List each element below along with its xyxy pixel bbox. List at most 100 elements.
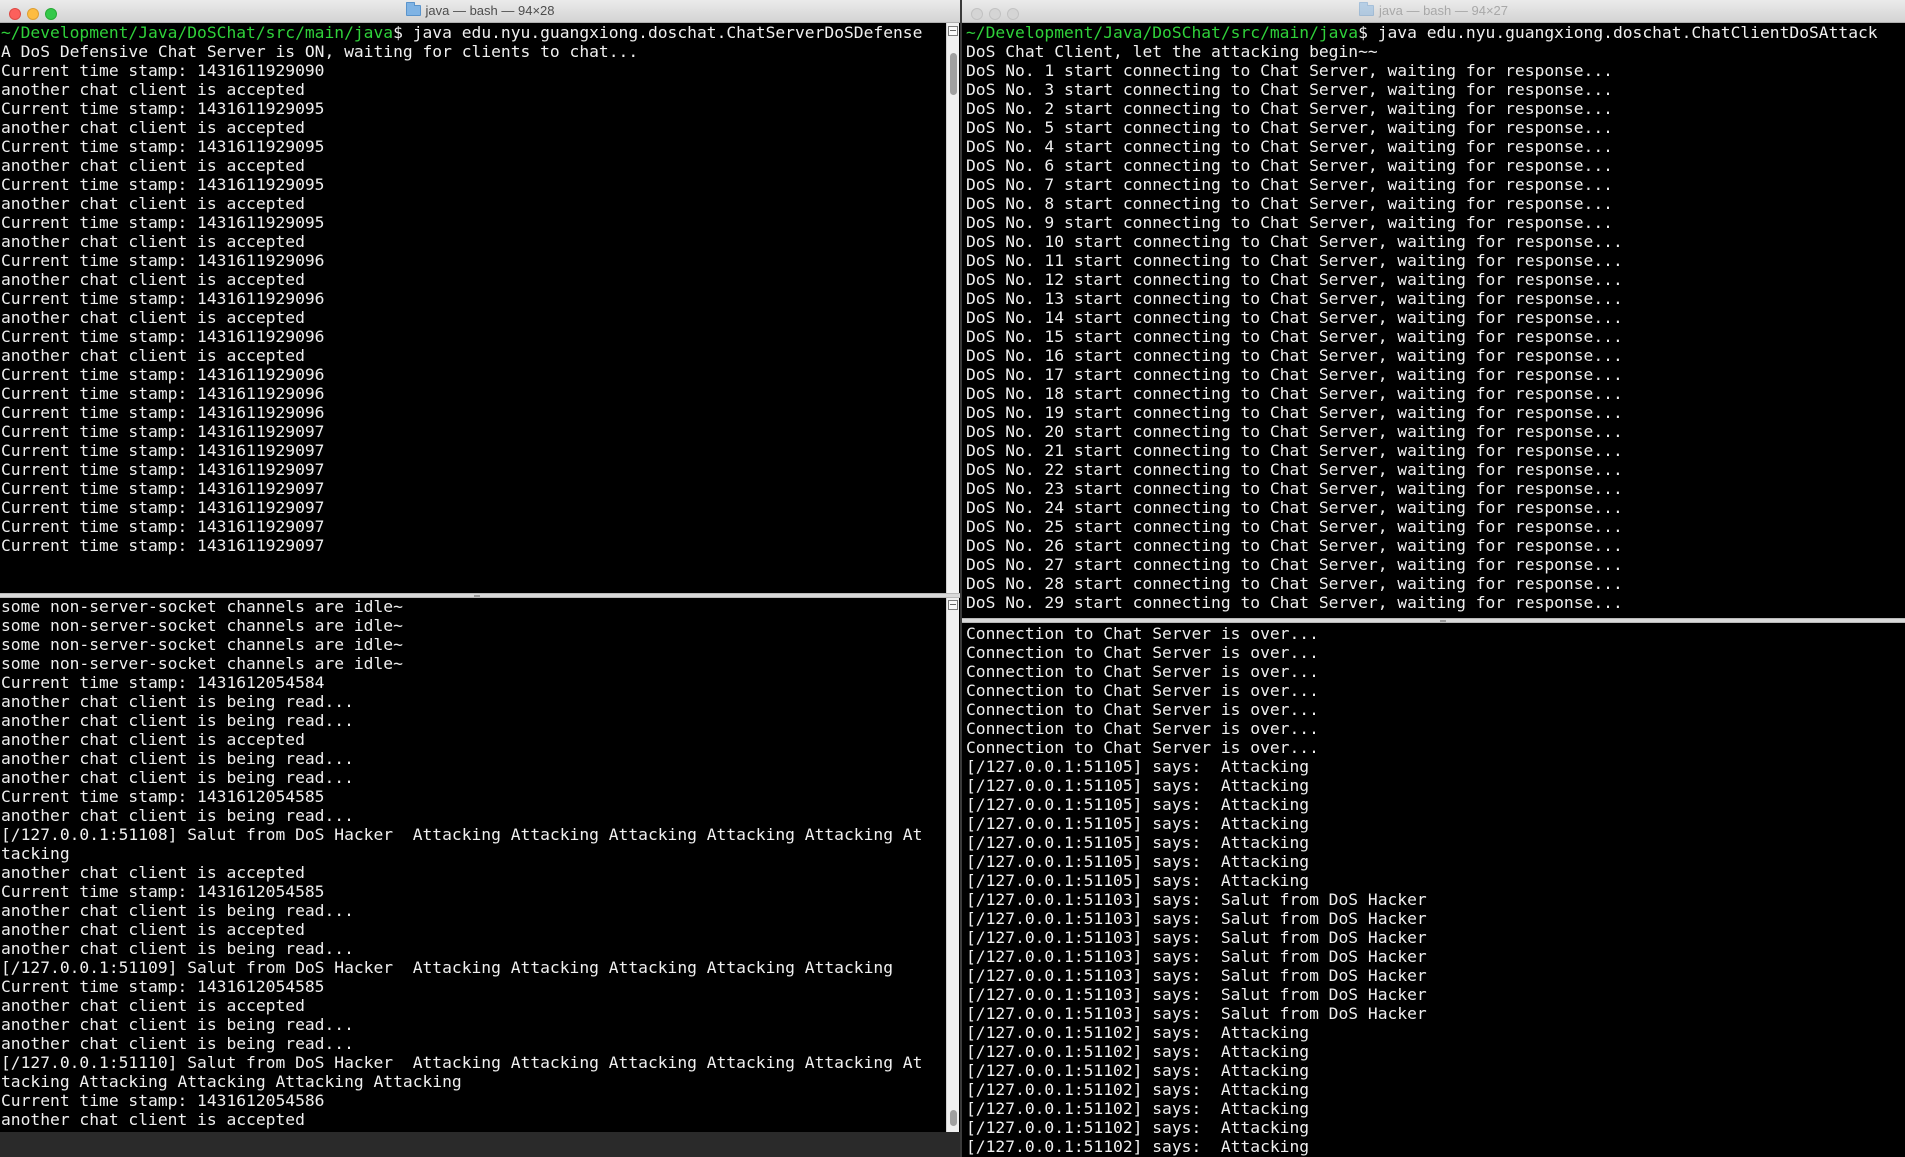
output-line: Connection to Chat Server is over... (966, 643, 1319, 662)
left-top-scrollbar[interactable] (946, 23, 959, 593)
output-lines: Connection to Chat Server is over... Conn… (966, 624, 1905, 1156)
output-line: DoS No. 25 start connecting to Chat Serv… (966, 517, 1623, 536)
output-line: DoS No. 11 start connecting to Chat Serv… (966, 251, 1623, 270)
left-bottom-pane[interactable]: some non-server-socket channels are idle… (0, 598, 946, 1132)
output-line: DoS No. 19 start connecting to Chat Serv… (966, 403, 1623, 422)
output-line: DoS No. 1 start connecting to Chat Serve… (966, 61, 1613, 80)
output-line: another chat client is accepted (1, 232, 305, 251)
prompt-command: $ java edu.nyu.guangxiong.doschat.ChatCl… (1358, 23, 1878, 42)
output-line: Current time stamp: 1431611929095 (1, 213, 325, 232)
output-line: [/127.0.0.1:51102] says: Attacking (966, 1023, 1310, 1042)
output-line: DoS No. 2 start connecting to Chat Serve… (966, 99, 1613, 118)
prompt-path: ~/Development/Java/DoSChat/src/main/java (966, 23, 1359, 42)
output-line: another chat client is being read... (1, 768, 354, 787)
output-lines: DoS Chat Client, let the attacking begin… (966, 42, 1905, 612)
output-line: [/127.0.0.1:51102] says: Attacking (966, 1042, 1310, 1061)
window-title: java — bash — 94×28 (0, 2, 960, 18)
output-line: [/127.0.0.1:51110] Salut from DoS Hacker… (1, 1053, 923, 1072)
output-line: [/127.0.0.1:51103] says: Salut from DoS … (966, 1004, 1427, 1023)
output-line: DoS No. 4 start connecting to Chat Serve… (966, 137, 1613, 156)
output-line: another chat client is accepted (1, 270, 305, 289)
output-line: [/127.0.0.1:51108] Salut from DoS Hacker… (1, 825, 923, 844)
output-line: some non-server-socket channels are idle… (1, 598, 403, 616)
output-line: Current time stamp: 1431612054585 (1, 787, 325, 806)
right-top-pane[interactable]: ~/Development/Java/DoSChat/src/main/java… (962, 23, 1905, 620)
window-gap (960, 0, 962, 1157)
splitter-grip (474, 595, 480, 597)
output-line: Current time stamp: 1431611929097 (1, 441, 325, 460)
folder-icon (1359, 2, 1374, 16)
left-window-titlebar[interactable]: java — bash — 94×28 (0, 0, 960, 23)
output-line: [/127.0.0.1:51102] says: Attacking (966, 1118, 1310, 1137)
output-line: DoS No. 12 start connecting to Chat Serv… (966, 270, 1623, 289)
output-line: [/127.0.0.1:51105] says: Attacking (966, 852, 1310, 871)
output-line: some non-server-socket channels are idle… (1, 654, 403, 673)
left-top-pane[interactable]: ~/Development/Java/DoSChat/src/main/java… (0, 23, 946, 593)
output-line: DoS No. 22 start connecting to Chat Serv… (966, 460, 1623, 479)
prompt-command: $ java edu.nyu.guangxiong.doschat.ChatSe… (393, 23, 923, 42)
output-line: some non-server-socket channels are idle… (1, 616, 403, 635)
left-window-bottom-edge (0, 1132, 960, 1157)
output-line: A DoS Defensive Chat Server is ON, waiti… (1, 42, 639, 61)
output-line: DoS No. 7 start connecting to Chat Serve… (966, 175, 1613, 194)
split-pane-icon[interactable] (948, 600, 958, 610)
output-line: [/127.0.0.1:51102] says: Attacking (966, 1061, 1310, 1080)
scroll-thumb[interactable] (950, 53, 957, 95)
output-line: Current time stamp: 1431611929090 (1, 61, 325, 80)
right-window-titlebar[interactable]: java — bash — 94×27 (962, 0, 1905, 23)
output-line: tacking Attacking Attacking Attacking At… (1, 1072, 462, 1091)
window-title: java — bash — 94×27 (962, 2, 1905, 18)
output-lines: some non-server-socket channels are idle… (1, 598, 946, 1129)
output-line: Connection to Chat Server is over... (966, 719, 1319, 738)
output-line: Current time stamp: 1431611929097 (1, 536, 325, 555)
output-line: DoS No. 6 start connecting to Chat Serve… (966, 156, 1613, 175)
output-line: DoS No. 27 start connecting to Chat Serv… (966, 555, 1623, 574)
left-terminal-window: java — bash — 94×28 ~/Development/Java/D… (0, 0, 960, 1157)
right-terminal-window: java — bash — 94×27 ~/Development/Java/D… (962, 0, 1905, 1157)
output-line: DoS No. 29 start connecting to Chat Serv… (966, 593, 1623, 612)
output-line: DoS No. 14 start connecting to Chat Serv… (966, 308, 1623, 327)
output-line: another chat client is being read... (1, 692, 354, 711)
output-line: DoS No. 18 start connecting to Chat Serv… (966, 384, 1623, 403)
output-line: another chat client is accepted (1, 863, 305, 882)
folder-icon (405, 2, 421, 16)
output-lines: A DoS Defensive Chat Server is ON, waiti… (1, 42, 946, 555)
output-line: Connection to Chat Server is over... (966, 662, 1319, 681)
output-line: Current time stamp: 1431611929096 (1, 251, 325, 270)
split-pane-icon[interactable] (948, 26, 958, 36)
output-line: Current time stamp: 1431611929097 (1, 498, 325, 517)
output-line: another chat client is being read... (1, 1034, 354, 1053)
prompt-line: ~/Development/Java/DoSChat/src/main/java… (1, 23, 946, 42)
output-line: some non-server-socket channels are idle… (1, 635, 403, 654)
output-line: [/127.0.0.1:51103] says: Salut from DoS … (966, 890, 1427, 909)
output-line: Current time stamp: 1431612054585 (1, 882, 325, 901)
output-line: Current time stamp: 1431612054584 (1, 673, 325, 692)
output-line: Connection to Chat Server is over... (966, 700, 1319, 719)
output-line: [/127.0.0.1:51105] says: Attacking (966, 814, 1310, 833)
output-line: another chat client is accepted (1, 156, 305, 175)
output-line: another chat client is accepted (1, 996, 305, 1015)
output-line: another chat client is being read... (1, 806, 354, 825)
output-line: Connection to Chat Server is over... (966, 738, 1319, 757)
output-line: DoS No. 26 start connecting to Chat Serv… (966, 536, 1623, 555)
output-line: Current time stamp: 1431611929096 (1, 289, 325, 308)
output-line: [/127.0.0.1:51105] says: Attacking (966, 795, 1310, 814)
output-line: another chat client is being read... (1, 1015, 354, 1034)
right-bottom-pane[interactable]: Connection to Chat Server is over... Conn… (962, 623, 1905, 1157)
scroll-thumb[interactable] (950, 1110, 957, 1126)
output-line: [/127.0.0.1:51105] says: Attacking (966, 757, 1310, 776)
output-line: Connection to Chat Server is over... (966, 624, 1319, 643)
output-line: DoS No. 24 start connecting to Chat Serv… (966, 498, 1623, 517)
output-line: DoS No. 5 start connecting to Chat Serve… (966, 118, 1613, 137)
output-line: Current time stamp: 1431611929097 (1, 479, 325, 498)
output-line: [/127.0.0.1:51103] says: Salut from DoS … (966, 985, 1427, 1004)
output-line: Current time stamp: 1431611929097 (1, 517, 325, 536)
left-bottom-scrollbar[interactable] (946, 598, 959, 1132)
output-line: Current time stamp: 1431611929095 (1, 137, 325, 156)
output-line: another chat client is accepted (1, 346, 305, 365)
right-window-title-text: java — bash — 94×27 (1379, 3, 1508, 18)
output-line: [/127.0.0.1:51102] says: Attacking (966, 1099, 1310, 1118)
output-line: DoS No. 10 start connecting to Chat Serv… (966, 232, 1623, 251)
output-line: Current time stamp: 1431611929096 (1, 327, 325, 346)
output-line: [/127.0.0.1:51109] Salut from DoS Hacker… (1, 958, 893, 977)
